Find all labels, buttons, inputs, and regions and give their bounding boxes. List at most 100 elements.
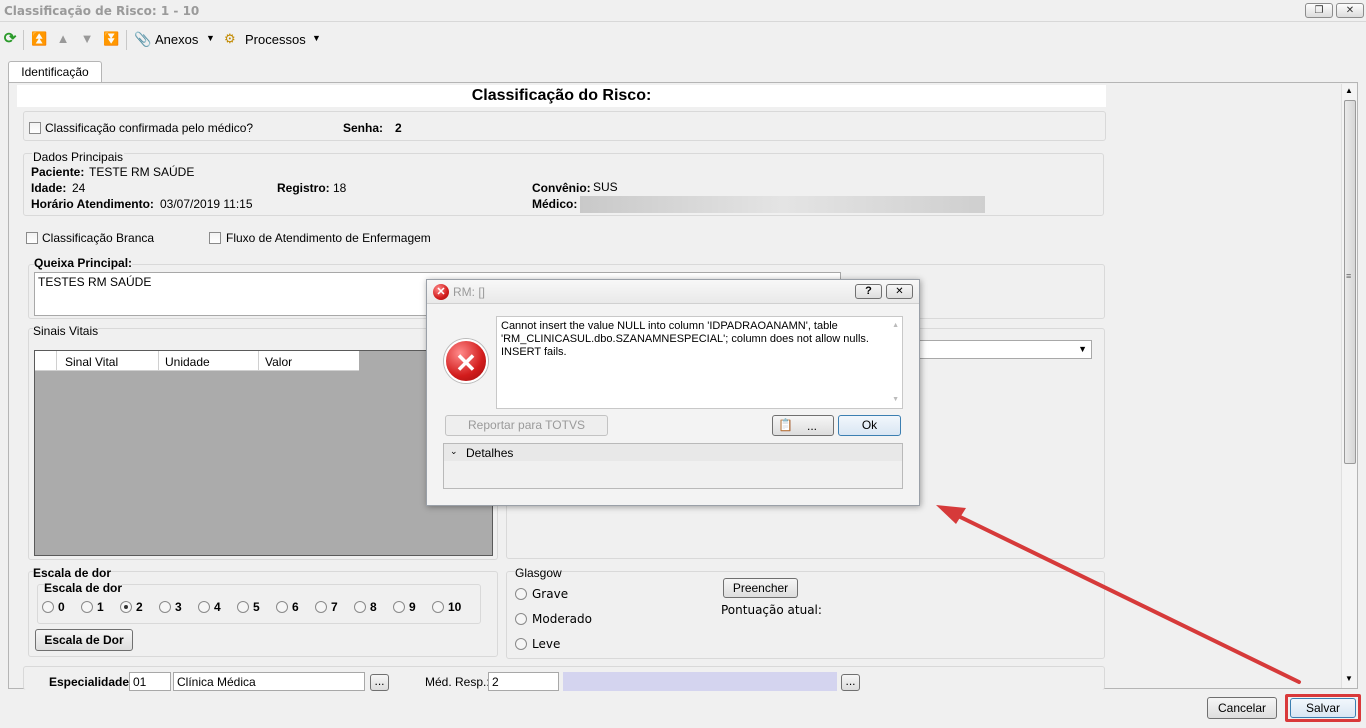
column-header-valor[interactable]: Valor — [265, 355, 292, 369]
window-title: Classificação de Risco: 1 - 10 — [4, 4, 200, 18]
dor-radio-7[interactable] — [315, 601, 327, 613]
processos-menu[interactable]: ⚙ Processos ▼ — [224, 31, 334, 51]
clipboard-button-label: ... — [807, 419, 818, 433]
dor-option-label: 1 — [97, 600, 104, 614]
dialog-close-icon[interactable]: ✕ — [886, 284, 913, 299]
chevron-down-icon: ▼ — [312, 33, 321, 43]
dor-option-7[interactable]: 7 — [315, 599, 351, 615]
error-message-box[interactable]: Cannot insert the value NULL into column… — [496, 316, 903, 409]
dor-option-label: 0 — [58, 600, 65, 614]
ok-button[interactable]: Ok — [838, 415, 901, 436]
paciente-label: Paciente: — [31, 165, 85, 179]
dor-radio-list: 0 1 2 3 4 5 6 7 8 9 10 — [42, 599, 478, 617]
dor-radio-9[interactable] — [393, 601, 405, 613]
vertical-scrollbar[interactable]: ▲ ≡ ▼ — [1341, 84, 1357, 688]
dor-option-3[interactable]: 3 — [159, 599, 195, 615]
first-record-icon[interactable]: ⏫ — [31, 31, 47, 47]
escala-dor-button[interactable]: Escala de Dor — [35, 629, 133, 651]
chevron-down-icon: ▼ — [1078, 344, 1087, 354]
dor-radio-1[interactable] — [81, 601, 93, 613]
pontuacao-label: Pontuação atual: — [721, 603, 822, 617]
error-small-icon: ✕ — [433, 284, 449, 300]
error-dialog: ✕ RM: [] ? ✕ ✕ Cannot insert the value N… — [426, 279, 920, 506]
column-header-unidade[interactable]: Unidade — [165, 355, 210, 369]
clipboard-button[interactable]: 📋 ... — [772, 415, 834, 436]
dor-radio-4[interactable] — [198, 601, 210, 613]
clipboard-icon: 📋 — [778, 418, 793, 432]
scroll-up-icon[interactable]: ▲ — [892, 319, 899, 332]
dor-option-6[interactable]: 6 — [276, 599, 312, 615]
processos-label: Processos — [245, 32, 306, 47]
dor-radio-2[interactable] — [120, 601, 132, 613]
scroll-up-icon[interactable]: ▲ — [1345, 86, 1353, 95]
especialidade-name: Clínica Médica — [177, 675, 256, 689]
scroll-down-icon[interactable]: ▼ — [892, 393, 899, 406]
grid-row-indicator — [35, 351, 57, 371]
dor-title: Escala de dor — [33, 566, 112, 580]
classificacao-branca-checkbox[interactable] — [26, 232, 38, 244]
tab-identificacao[interactable]: Identificação — [8, 61, 102, 83]
previous-record-icon[interactable]: ▲ — [55, 31, 71, 47]
confirmed-checkbox[interactable] — [29, 122, 41, 134]
dor-radio-3[interactable] — [159, 601, 171, 613]
glasgow-leve-label: Leve — [532, 637, 561, 651]
save-button[interactable]: Salvar — [1290, 698, 1356, 718]
dor-option-label: 4 — [214, 600, 221, 614]
glasgow-grave-label: Grave — [532, 587, 569, 601]
glasgow-moderado-radio[interactable] — [515, 613, 527, 625]
dor-option-8[interactable]: 8 — [354, 599, 390, 615]
dados-title: Dados Principais — [32, 150, 125, 164]
scrollbar-thumb[interactable]: ≡ — [1344, 100, 1356, 464]
med-resp-lookup-button[interactable]: ... — [841, 674, 860, 691]
especialidade-name-field[interactable]: Clínica Médica — [173, 672, 365, 691]
report-totvs-button[interactable]: Reportar para TOTVS — [445, 415, 608, 436]
dor-radio-8[interactable] — [354, 601, 366, 613]
dor-option-1[interactable]: 1 — [81, 599, 117, 615]
form-heading: Classificação do Risco: — [471, 87, 652, 104]
details-header[interactable]: ⌄ Detalhes — [444, 444, 902, 461]
especialidade-code-field[interactable]: 01 — [129, 672, 171, 691]
especialidade-lookup-button[interactable]: ... — [370, 674, 389, 691]
cancel-button[interactable]: Cancelar — [1207, 697, 1277, 719]
dor-option-5[interactable]: 5 — [237, 599, 273, 615]
med-resp-code-field[interactable]: 2 — [488, 672, 559, 691]
anexos-label: Anexos — [155, 32, 199, 47]
toolbar-divider — [23, 30, 24, 50]
help-button[interactable]: ? — [855, 284, 882, 299]
idade-label: Idade: — [31, 181, 67, 195]
dor-option-0[interactable]: 0 — [42, 599, 78, 615]
med-resp-value: 2 — [492, 675, 499, 689]
dor-option-2[interactable]: 2 — [120, 599, 156, 615]
classificacao-branca-label: Classificação Branca — [42, 231, 155, 245]
dor-radio-5[interactable] — [237, 601, 249, 613]
dor-option-label: 10 — [448, 600, 462, 614]
grid-header: Sinal Vital Unidade Valor — [35, 351, 359, 371]
refresh-icon[interactable]: ⟳ — [2, 31, 18, 47]
sinais-grid[interactable]: Sinal Vital Unidade Valor — [34, 350, 493, 556]
fluxo-checkbox[interactable] — [209, 232, 221, 244]
scroll-down-icon[interactable]: ▼ — [1345, 674, 1353, 683]
form-heading-bar: Classificação do Risco: — [17, 85, 1106, 107]
close-icon[interactable]: ✕ — [1336, 3, 1364, 18]
dor-radio-10[interactable] — [432, 601, 444, 613]
dor-inner-title: Escala de dor — [44, 581, 123, 595]
restore-icon[interactable]: ❐ — [1305, 3, 1333, 18]
classificacao-select[interactable]: ▼ — [917, 340, 1092, 359]
preencher-button[interactable]: Preencher — [723, 578, 798, 598]
dor-radio-6[interactable] — [276, 601, 288, 613]
dor-option-10[interactable]: 10 — [432, 599, 468, 615]
column-header-sinal-vital[interactable]: Sinal Vital — [65, 355, 118, 369]
toolbar: ⟳ ⏫ ▲ ▼ ⏬ 📎 Anexos ▼ ⚙ Processos ▼ — [0, 26, 1366, 54]
dor-radio-0[interactable] — [42, 601, 54, 613]
glasgow-leve-radio[interactable] — [515, 638, 527, 650]
especialidade-label: Especialidade: — [49, 675, 134, 689]
next-record-icon[interactable]: ▼ — [79, 31, 95, 47]
glasgow-grave-radio[interactable] — [515, 588, 527, 600]
details-label: Detalhes — [466, 446, 514, 460]
dor-option-9[interactable]: 9 — [393, 599, 429, 615]
dor-option-4[interactable]: 4 — [198, 599, 234, 615]
dor-option-label: 9 — [409, 600, 416, 614]
last-record-icon[interactable]: ⏬ — [103, 31, 119, 47]
confirmed-label: Classificação confirmada pelo médico? — [45, 121, 254, 135]
fluxo-label: Fluxo de Atendimento de Enfermagem — [226, 231, 431, 245]
